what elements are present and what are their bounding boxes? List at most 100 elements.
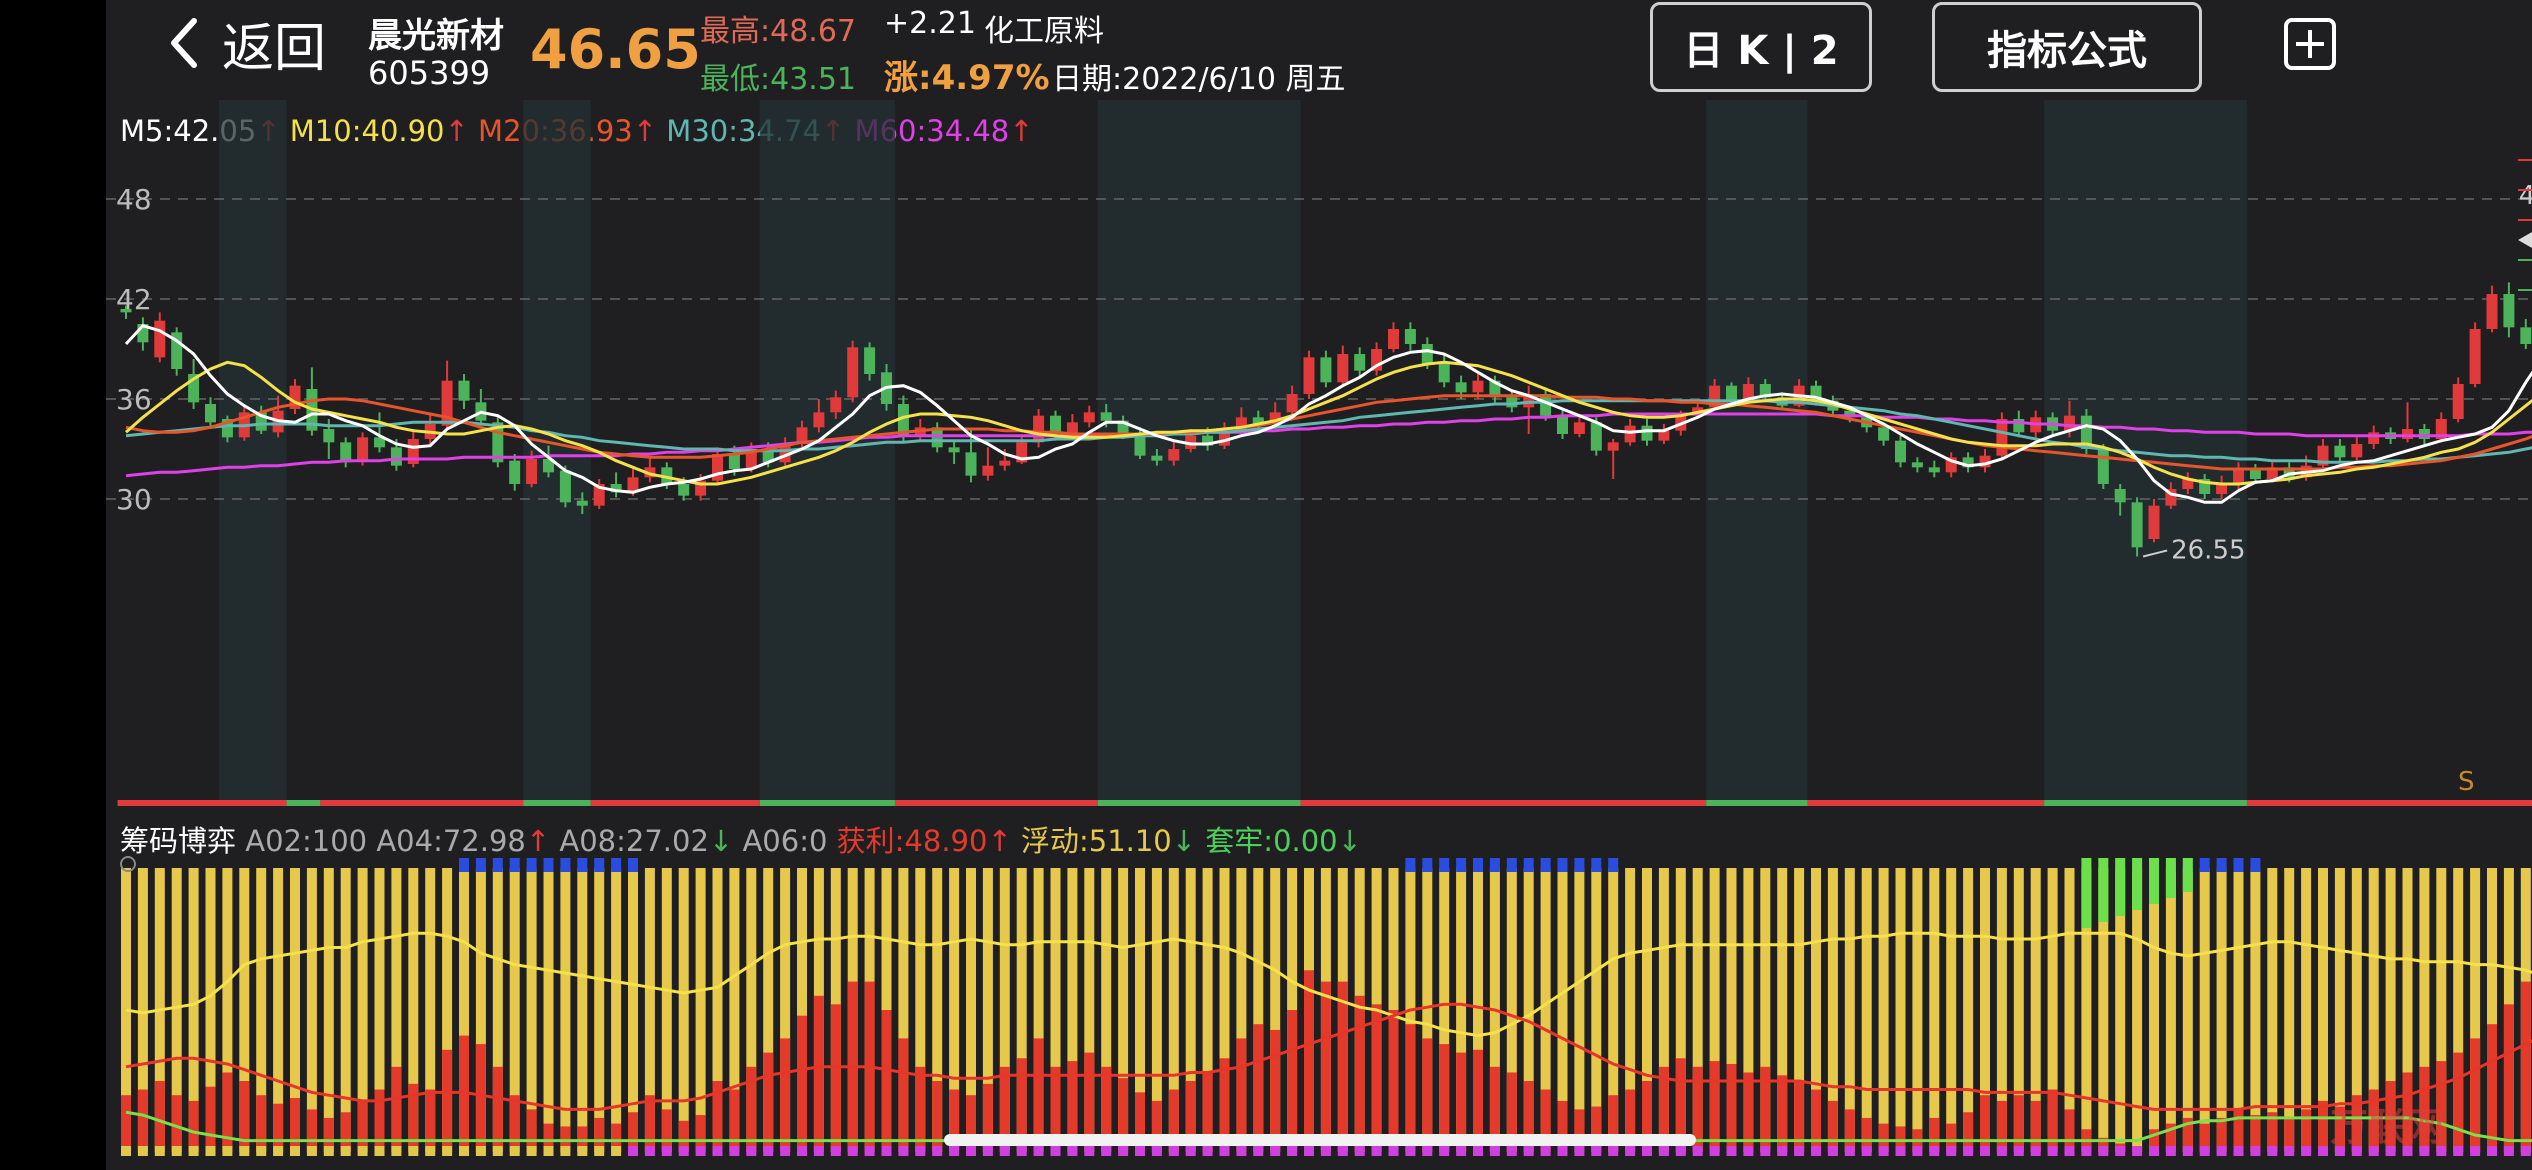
bottom-marker xyxy=(543,1146,554,1156)
indicator-bars xyxy=(121,858,2531,1156)
profit-bar xyxy=(1371,1004,1382,1152)
bottom-marker xyxy=(2520,1146,2531,1156)
bottom-marker xyxy=(1185,1146,1196,1156)
bottom-marker xyxy=(830,1146,841,1156)
background-band-4 xyxy=(1706,100,1808,800)
candle-up xyxy=(1337,354,1349,383)
candle-down xyxy=(1354,354,1366,371)
profit-bar xyxy=(2487,1024,2497,1152)
candle-up xyxy=(2402,429,2413,439)
top-marker xyxy=(2250,858,2261,872)
period-selector-button[interactable]: 日 K | 2 xyxy=(1650,2,1872,92)
bottom-marker xyxy=(2284,1146,2295,1156)
profit-bar xyxy=(306,1109,317,1152)
candle-down xyxy=(1928,467,1940,473)
profit-bar xyxy=(1844,1109,1855,1152)
bottom-marker xyxy=(577,1146,588,1156)
bottom-marker xyxy=(2267,1146,2278,1156)
top-marker xyxy=(543,858,554,872)
float-bar xyxy=(323,868,334,1152)
profit-bar xyxy=(763,1052,774,1152)
bottom-marker xyxy=(1946,1146,1957,1156)
bottom-marker xyxy=(1811,1146,1821,1156)
bottom-marker xyxy=(1151,1146,1162,1156)
bottom-marker xyxy=(1135,1146,1145,1156)
bottom-marker xyxy=(1591,1146,1602,1156)
bottom-marker xyxy=(171,1146,182,1156)
back-button[interactable]: 返回 xyxy=(164,8,326,79)
bottom-marker xyxy=(1675,1146,1686,1156)
chip-game-indicator-chart[interactable] xyxy=(106,856,2532,1166)
bottom-marker xyxy=(1354,1146,1365,1156)
bottom-marker xyxy=(2013,1146,2024,1156)
candle-down xyxy=(1878,427,1890,441)
candle-down xyxy=(2503,294,2515,328)
high-price: 最高:48.67 xyxy=(700,14,856,49)
candle-up xyxy=(813,412,825,428)
candle-down xyxy=(1421,344,1433,364)
bottom-marker xyxy=(1692,1146,1703,1156)
indicator-name[interactable]: 筹码博弈 xyxy=(120,824,236,858)
candle-down xyxy=(1438,362,1450,383)
candle-down xyxy=(1320,357,1332,383)
candle-up xyxy=(1573,422,1585,434)
top-marker xyxy=(628,858,638,872)
float-bar xyxy=(543,868,554,1152)
bottom-marker xyxy=(2098,1146,2109,1156)
bottom-marker xyxy=(2453,1146,2464,1156)
top-marker xyxy=(1422,858,1433,872)
bottom-marker xyxy=(357,1146,368,1156)
top-marker xyxy=(475,858,486,872)
top-marker xyxy=(526,858,537,872)
top-marker xyxy=(577,858,588,872)
bottom-marker xyxy=(1844,1146,1855,1156)
profit-bar xyxy=(898,1038,909,1152)
bottom-marker xyxy=(1050,1146,1061,1156)
bottom-marker xyxy=(2149,1146,2159,1156)
a08-value: A08:27.02 xyxy=(559,824,709,858)
price-kline-chart[interactable]: 48 42 36 30 48.67 26.55 S xyxy=(106,100,2532,800)
candle-down xyxy=(205,404,216,423)
top-marker xyxy=(1473,858,1483,872)
bottom-marker xyxy=(1726,1146,1737,1156)
bottom-marker xyxy=(154,1146,165,1156)
candle-up xyxy=(1083,412,1095,423)
y-tick-30: 30 xyxy=(116,483,152,516)
background-band-0 xyxy=(218,100,287,800)
bottom-marker xyxy=(560,1146,571,1156)
bottom-marker xyxy=(2064,1146,2075,1156)
candle-down xyxy=(576,500,588,506)
float-bar xyxy=(2132,868,2143,1152)
candle-down xyxy=(728,454,740,469)
candle-up xyxy=(1607,442,1619,451)
strip-segment-5 xyxy=(759,800,895,806)
trapped-arrow: ↓ xyxy=(1337,824,1362,858)
top-marker xyxy=(459,858,469,872)
top-marker xyxy=(560,858,571,872)
float-bar xyxy=(2267,868,2278,1152)
bottom-marker xyxy=(729,1146,740,1156)
green-marker xyxy=(2149,858,2159,904)
bottom-marker xyxy=(2216,1146,2227,1156)
candle-up xyxy=(982,465,994,476)
bottom-marker xyxy=(1320,1146,1331,1156)
add-indicator-button[interactable] xyxy=(2282,16,2338,72)
background-bands xyxy=(218,100,2247,800)
candle-up xyxy=(2351,444,2363,458)
home-indicator[interactable] xyxy=(944,1134,1696,1146)
bottom-marker xyxy=(188,1146,199,1156)
top-marker xyxy=(1608,858,1619,872)
candle-up xyxy=(1286,394,1298,413)
stock-code: 605399 xyxy=(368,54,491,92)
bottom-marker xyxy=(949,1146,960,1156)
stock-name: 晨光新材 xyxy=(368,16,504,56)
bottom-marker xyxy=(2115,1146,2126,1156)
bottom-marker xyxy=(644,1146,655,1156)
candle-up xyxy=(2368,432,2380,444)
profit-bar xyxy=(797,1015,807,1152)
bottom-marker xyxy=(2318,1146,2328,1156)
float-bar xyxy=(2250,868,2261,1152)
bottom-marker xyxy=(1422,1146,1433,1156)
indicator-formula-button[interactable]: 指标公式 xyxy=(1932,2,2202,92)
float-bar xyxy=(1878,868,1889,1152)
